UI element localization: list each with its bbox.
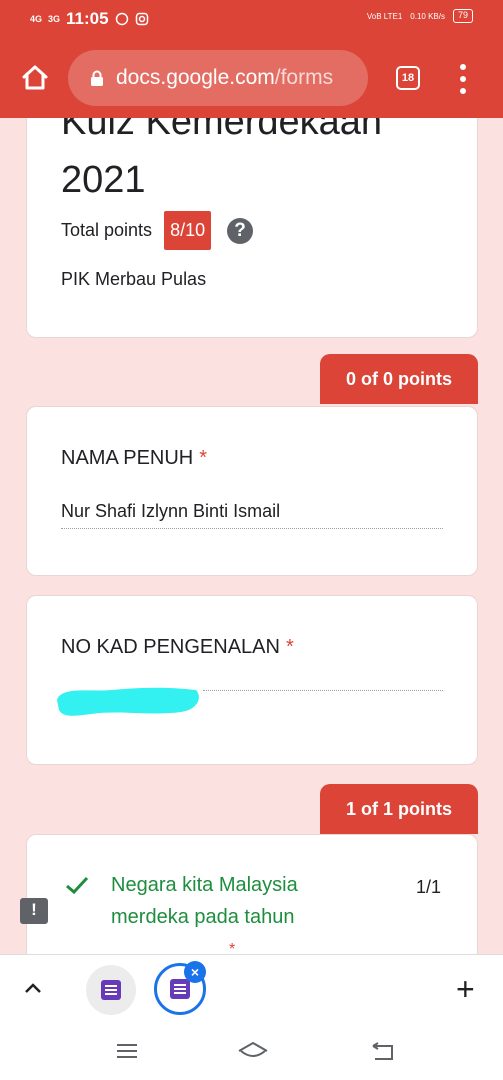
form-content: Kuiz Kemerdekaan 2021 Total points 8/10 … xyxy=(0,118,503,954)
required-marker: * xyxy=(199,447,208,469)
question-label-text: NAMA PENUH xyxy=(61,447,194,469)
question-label: NO KAD PENGENALAN * xyxy=(61,636,294,659)
recent-apps-icon[interactable] xyxy=(114,1040,140,1062)
custom-tab-bar: × + xyxy=(0,954,503,1024)
required-marker: * xyxy=(229,941,236,954)
form-title: Kuiz Kemerdekaan 2021 xyxy=(61,118,383,201)
signal-3g: 3G xyxy=(48,14,61,24)
google-forms-icon xyxy=(101,980,121,1000)
tab-thumbnail[interactable] xyxy=(86,965,136,1015)
whatsapp-icon xyxy=(115,12,128,26)
instagram-icon xyxy=(135,12,148,26)
signal-4g: 4G xyxy=(30,14,43,24)
answer-text: Nur Shafi Izlynn Binti Ismail xyxy=(61,501,443,529)
redaction-mark xyxy=(57,687,199,716)
question-label: NAMA PENUH * xyxy=(61,447,207,470)
question-score: 1/1 xyxy=(415,877,441,897)
section-points-badge: 0 of 0 points xyxy=(320,354,478,404)
google-forms-icon xyxy=(170,979,190,999)
battery-indicator: 79 xyxy=(452,9,473,23)
question-card: Negara kita Malaysia merdeka pada tahun … xyxy=(26,834,478,954)
more-vert-icon[interactable] xyxy=(456,64,470,94)
tab-switcher-button[interactable]: 18 xyxy=(396,66,420,90)
question-card: NO KAD PENGENALAN * xyxy=(26,595,478,765)
question-text-correct: Negara kita Malaysia merdeka pada tahun xyxy=(111,874,298,928)
status-bar: 4G 3G 11:05 VoB LTE1 0.10 KB/s 79 xyxy=(0,0,503,38)
total-points-row: Total points 8/10 ? xyxy=(61,211,254,250)
question-label-text: NO KAD PENGENALAN xyxy=(61,636,280,658)
network-speed: 0.10 KB/s xyxy=(410,11,445,21)
lock-icon xyxy=(91,70,103,86)
chevron-up-icon[interactable] xyxy=(22,977,44,999)
organization-name: PIK Merbau Pulas xyxy=(61,269,207,289)
status-time: 11:05 xyxy=(66,9,109,28)
form-header-card: Kuiz Kemerdekaan 2021 Total points 8/10 … xyxy=(26,118,478,338)
browser-toolbar: docs.google.com/forms 18 xyxy=(0,38,503,118)
question-card: NAMA PENUH * Nur Shafi Izlynn Binti Ismai… xyxy=(26,406,478,576)
answer-underline xyxy=(203,690,443,691)
status-left: 4G 3G 11:05 xyxy=(30,9,149,29)
help-icon[interactable]: ? xyxy=(227,217,254,244)
check-icon xyxy=(66,876,89,895)
new-tab-button[interactable]: + xyxy=(456,973,475,1005)
feedback-icon[interactable]: ! xyxy=(20,898,48,924)
url-path: /forms xyxy=(274,66,334,89)
system-nav-bar xyxy=(0,1024,503,1080)
url-bar[interactable]: docs.google.com/forms xyxy=(68,50,368,106)
volte-indicator: VoB LTE1 xyxy=(366,11,403,21)
total-points-label: Total points xyxy=(61,220,153,240)
back-icon[interactable] xyxy=(370,1040,396,1062)
total-points-badge: 8/10 xyxy=(164,211,212,250)
status-right: VoB LTE1 0.10 KB/s 79 xyxy=(367,9,473,23)
home-nav-icon[interactable] xyxy=(236,1040,270,1062)
required-marker: * xyxy=(285,636,294,658)
home-icon[interactable] xyxy=(20,62,50,92)
url-host: docs.google.com xyxy=(116,66,275,89)
section-points-badge: 1 of 1 points xyxy=(320,784,478,834)
close-tab-icon[interactable]: × xyxy=(184,961,206,983)
